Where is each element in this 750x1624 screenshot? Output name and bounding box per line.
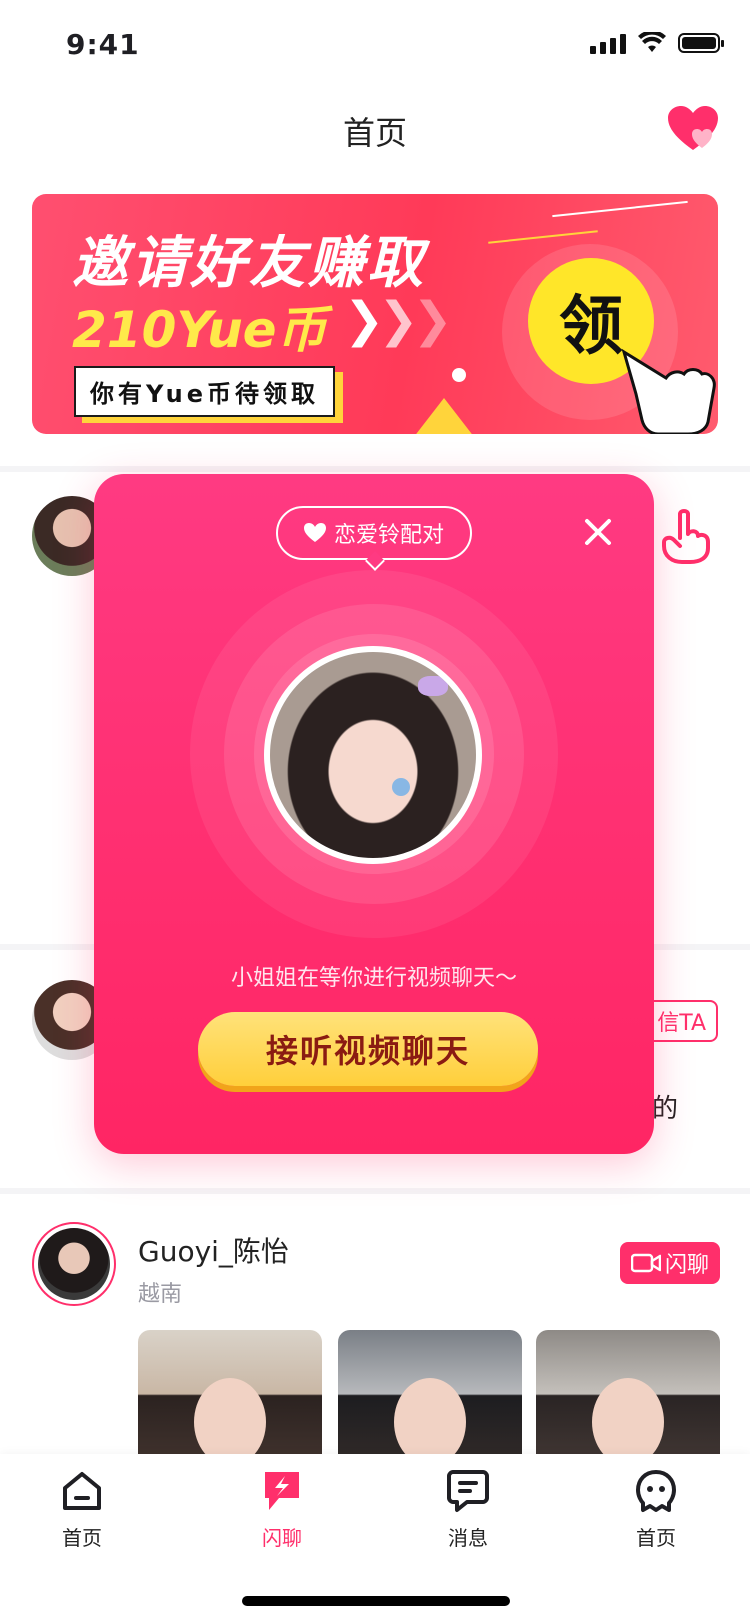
avatar[interactable]	[32, 1222, 116, 1306]
chevrons-right-icon: ❯❯❯	[344, 292, 453, 348]
section-divider	[0, 1188, 750, 1194]
post-text: 的	[652, 1094, 679, 1124]
answer-video-chat-button[interactable]: 接听视频聊天	[198, 1012, 538, 1086]
tab-profile[interactable]: 首页	[601, 1468, 711, 1551]
status-bar: 9:41	[0, 0, 750, 92]
pointing-hand-icon	[621, 348, 716, 434]
tab-label: 首页	[636, 1526, 676, 1550]
flash-chat-label: 闪聊	[664, 1253, 709, 1278]
tab-messages[interactable]: 消息	[413, 1468, 523, 1551]
invite-banner[interactable]: 邀请好友赚取 210Yue币 ❯❯❯ 你有Yue币待领取 领	[32, 194, 718, 434]
badge-label: 恋爱铃配对	[333, 523, 444, 548]
home-indicator[interactable]	[242, 1596, 510, 1606]
cellular-signal-icon	[590, 32, 626, 54]
flash-chat-icon	[265, 1472, 299, 1510]
banner-decor-line	[552, 200, 688, 218]
flash-chat-button[interactable]: 闪聊	[620, 1242, 720, 1284]
page-title: 首页	[342, 114, 407, 152]
banner-tag: 你有Yue币待领取	[74, 366, 335, 417]
tab-label: 首页	[62, 1526, 102, 1550]
banner-amount: 210Yue币	[72, 301, 327, 359]
home-icon	[63, 1472, 101, 1510]
banner-decor-dot	[452, 368, 466, 382]
modal-subtitle: 小姐姐在等你进行视频聊天～	[230, 966, 517, 991]
section-divider	[0, 466, 750, 472]
heart-icon	[303, 523, 326, 542]
battery-icon	[678, 33, 724, 53]
banner-decor-line	[488, 230, 598, 244]
user-location: 越南	[138, 1282, 183, 1307]
banner-decor-triangle	[410, 398, 478, 434]
tap-finger-icon[interactable]	[660, 508, 712, 564]
video-match-modal: 恋爱铃配对 小姐姐在等你进行视频聊天～ 接听视频聊天	[94, 474, 654, 1154]
tab-label: 消息	[448, 1526, 488, 1550]
tab-label: 闪聊	[262, 1526, 302, 1550]
username[interactable]: Guoyi_陈怡	[138, 1230, 289, 1270]
caller-avatar	[264, 646, 482, 864]
close-icon[interactable]	[582, 516, 614, 548]
ghost-profile-icon	[636, 1470, 676, 1512]
tab-home[interactable]: 首页	[27, 1468, 137, 1551]
banner-title: 邀请好友赚取	[72, 231, 426, 296]
wifi-icon	[638, 32, 666, 52]
heart-favorites-icon[interactable]	[666, 104, 720, 154]
tab-flash-chat[interactable]: 闪聊	[227, 1468, 337, 1551]
love-match-badge: 恋爱铃配对	[276, 506, 472, 560]
status-time: 9:41	[66, 28, 140, 61]
video-camera-icon	[630, 1253, 661, 1273]
message-icon	[447, 1470, 489, 1512]
status-icons	[590, 32, 724, 54]
